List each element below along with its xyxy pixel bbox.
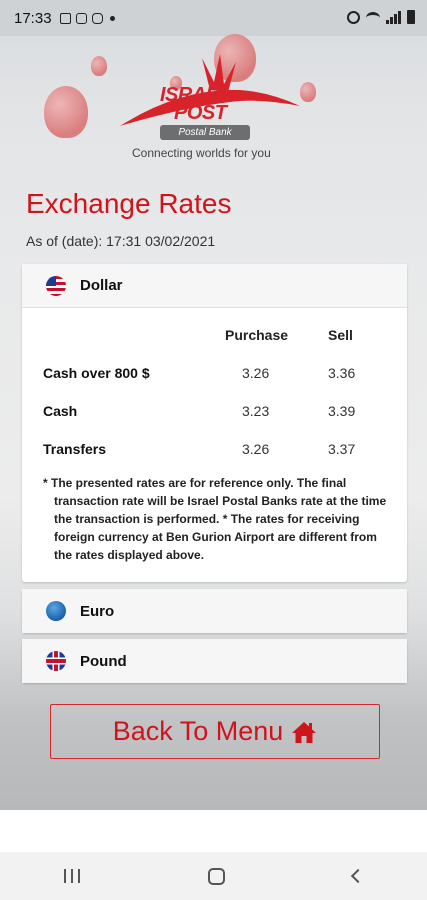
balloon-decoration-icon [44,86,88,138]
back-to-menu-label: Back To Menu [112,716,284,746]
home-nav-icon[interactable] [208,867,225,885]
tagline: Connecting worlds for you [132,146,271,160]
column-header-sell: Sell [328,327,353,343]
signal-icon [386,11,401,24]
alarm-icon [347,11,360,24]
wifi-icon [366,12,380,24]
instagram-icon [91,12,103,24]
uk-flag-icon [46,651,66,671]
app-screen: 17:33 ISRAEL POST Postal Bank Connecting… [0,0,427,900]
notification-icons [59,12,115,24]
currency-card-pound[interactable]: Pound [22,639,407,683]
row-sell-value: 3.39 [328,403,356,419]
system-nav-bar [0,852,427,900]
as-of-date: As of (date): 17:31 03/02/2021 [26,233,216,249]
postal-bank-tag: Postal Bank [160,125,250,140]
gallery-icon [59,12,71,24]
currency-header-dollar[interactable]: Dollar [22,264,407,308]
header-logo-area: ISRAEL POST Postal Bank Connecting world… [0,34,427,176]
row-purchase-value: 3.26 [242,441,270,457]
disclaimer-note: * The presented rates are for reference … [43,476,387,562]
currency-name: Pound [80,652,127,670]
currency-card-euro[interactable]: Euro [22,589,407,633]
currency-header-pound[interactable]: Pound [22,639,407,683]
brand-wordmark: ISRAEL POST [160,85,231,124]
eu-flag-icon [46,601,66,621]
us-flag-icon [46,275,66,296]
system-status-icons [347,10,415,24]
recent-apps-icon[interactable] [64,869,80,883]
row-sell-value: 3.37 [328,441,356,457]
currency-name: Dollar [80,277,123,294]
back-nav-icon[interactable] [350,868,366,884]
back-to-menu-button[interactable]: Back To Menu [50,704,380,759]
brand-line2: POST [174,102,227,124]
row-label: Cash over 800 $ [43,365,150,381]
row-sell-value: 3.36 [328,365,356,381]
battery-icon [407,10,415,24]
column-header-purchase: Purchase [225,327,289,343]
home-icon [292,721,317,743]
row-label: Cash [43,403,78,419]
row-purchase-value: 3.26 [242,365,270,381]
page-title: Exchange Rates [26,188,232,219]
balloon-decoration-icon [91,56,107,76]
currency-card-dollar: Dollar Purchase Sell Cash over 800 $ 3.2… [22,264,407,582]
currency-name: Euro [80,602,115,620]
currency-header-euro[interactable]: Euro [22,589,407,633]
row-label: Transfers [43,441,107,457]
file-icon [75,12,87,24]
more-notifications-icon [109,15,115,21]
row-purchase-value: 3.23 [242,403,270,419]
status-time: 17:33 [14,9,52,27]
status-bar: 17:33 [0,0,427,36]
